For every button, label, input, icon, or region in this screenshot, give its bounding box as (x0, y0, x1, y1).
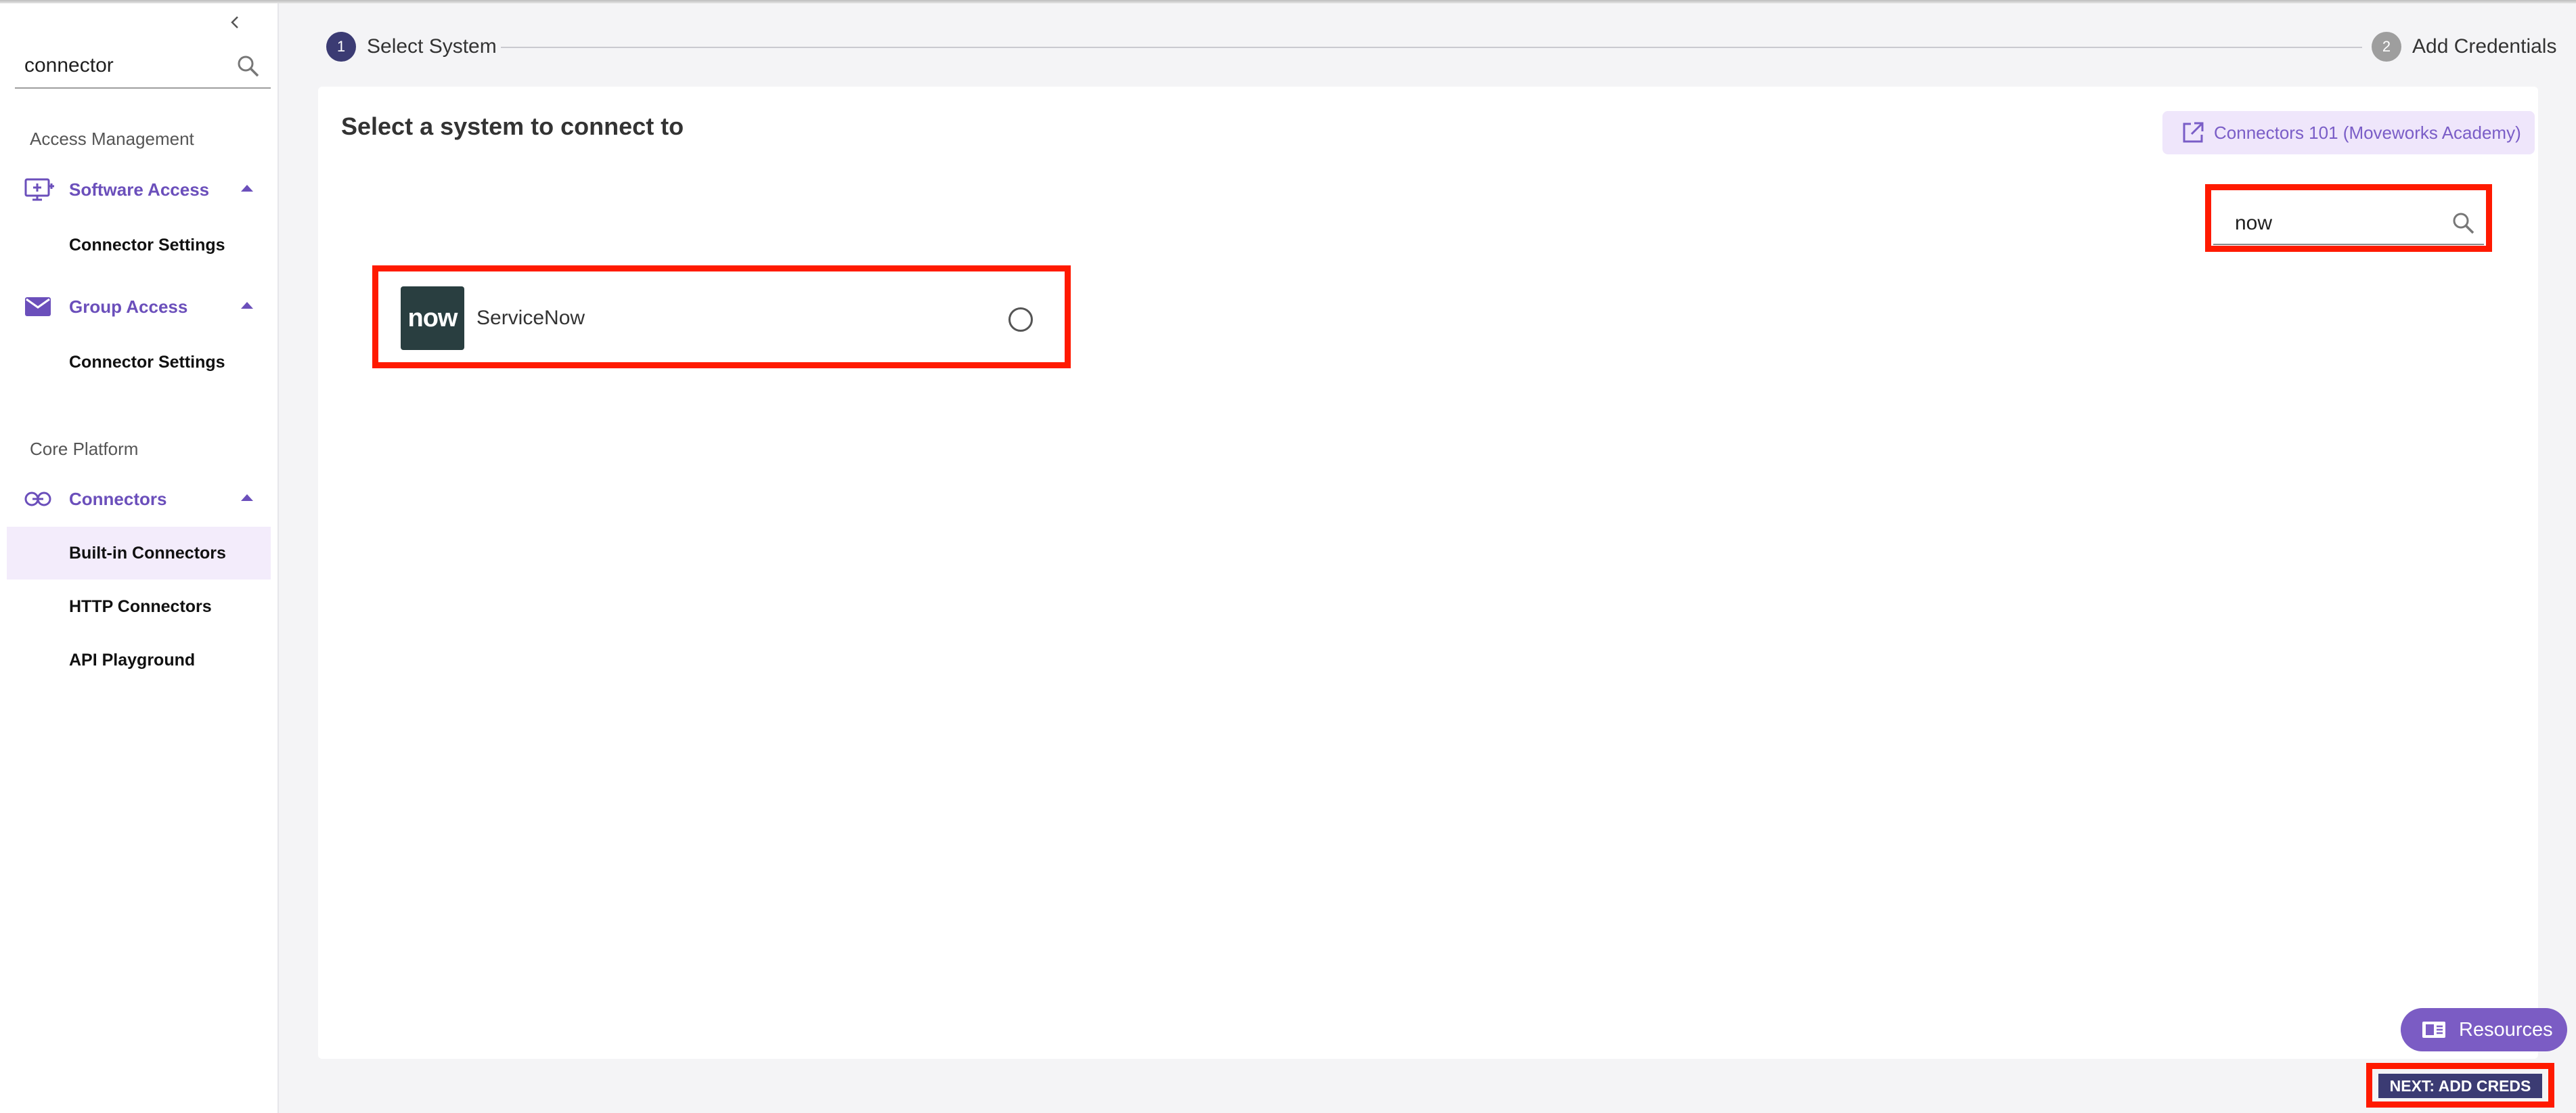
monitor-plus-icon (24, 176, 55, 203)
sidebar-item-built-in-connectors[interactable]: Built-in Connectors (7, 527, 271, 580)
link-icon (24, 485, 55, 512)
sidebar-group-label: Connectors (69, 488, 167, 509)
sidebar-group-label: Software Access (69, 179, 210, 200)
academy-link-button[interactable]: Connectors 101 (Moveworks Academy) (2162, 111, 2535, 154)
step-connector-line (501, 47, 2362, 48)
sidebar-search (15, 44, 271, 89)
chevron-left-icon (231, 16, 238, 28)
search-icon[interactable] (236, 53, 261, 79)
sidebar: Access Management Software Access Connec… (0, 3, 279, 1113)
step-select-system: 1 Select System (326, 30, 497, 64)
resources-label: Resources (2459, 1018, 2553, 1041)
step-label: Select System (367, 35, 497, 58)
system-name: ServiceNow (476, 307, 585, 329)
logo-text: now (407, 303, 458, 332)
sidebar-group-label: Group Access (69, 296, 188, 317)
page-title: Select a system to connect to (341, 112, 684, 140)
stepper: 1 Select System 2 Add Credentials (318, 30, 2565, 64)
servicenow-logo: now (401, 286, 464, 350)
sidebar-item-http-connectors[interactable]: HTTP Connectors (7, 580, 271, 633)
mail-icon (24, 293, 55, 320)
next-add-creds-button[interactable]: NEXT: ADD CREDS (2378, 1074, 2542, 1098)
section-title-core-platform: Core Platform (30, 439, 139, 459)
step-number: 2 (2372, 32, 2401, 62)
resources-button[interactable]: Resources (2401, 1008, 2567, 1051)
search-icon[interactable] (2451, 211, 2476, 236)
main-panel: Select a system to connect to Connectors… (318, 87, 2538, 1059)
sidebar-item-connector-settings[interactable]: Connector Settings (7, 336, 271, 389)
window-top-edge (0, 0, 2576, 3)
caret-up-icon (241, 185, 253, 192)
system-card-servicenow[interactable]: now ServiceNow (393, 276, 1069, 360)
caret-up-icon (241, 494, 253, 501)
sidebar-search-input[interactable] (24, 52, 227, 79)
sidebar-group-software-access[interactable]: Software Access (24, 173, 268, 206)
step-number: 1 (326, 32, 356, 62)
section-title-access-management: Access Management (30, 129, 194, 149)
sidebar-item-api-playground[interactable]: API Playground (7, 634, 271, 686)
system-radio-button[interactable] (1008, 307, 1033, 332)
collapse-sidebar-button[interactable] (222, 9, 249, 36)
sidebar-item-connector-settings[interactable]: Connector Settings (7, 219, 271, 271)
sidebar-group-connectors[interactable]: Connectors (24, 482, 268, 516)
external-link-icon (2183, 122, 2204, 143)
caret-up-icon (241, 302, 253, 309)
system-search-input[interactable] (2235, 210, 2438, 237)
step-label: Add Credentials (2412, 35, 2557, 58)
step-add-credentials: 2 Add Credentials (2372, 30, 2556, 64)
book-icon (2422, 1022, 2445, 1038)
academy-link-label: Connectors 101 (Moveworks Academy) (2214, 122, 2521, 143)
system-search (2213, 195, 2484, 245)
sidebar-group-group-access[interactable]: Group Access (24, 290, 268, 324)
